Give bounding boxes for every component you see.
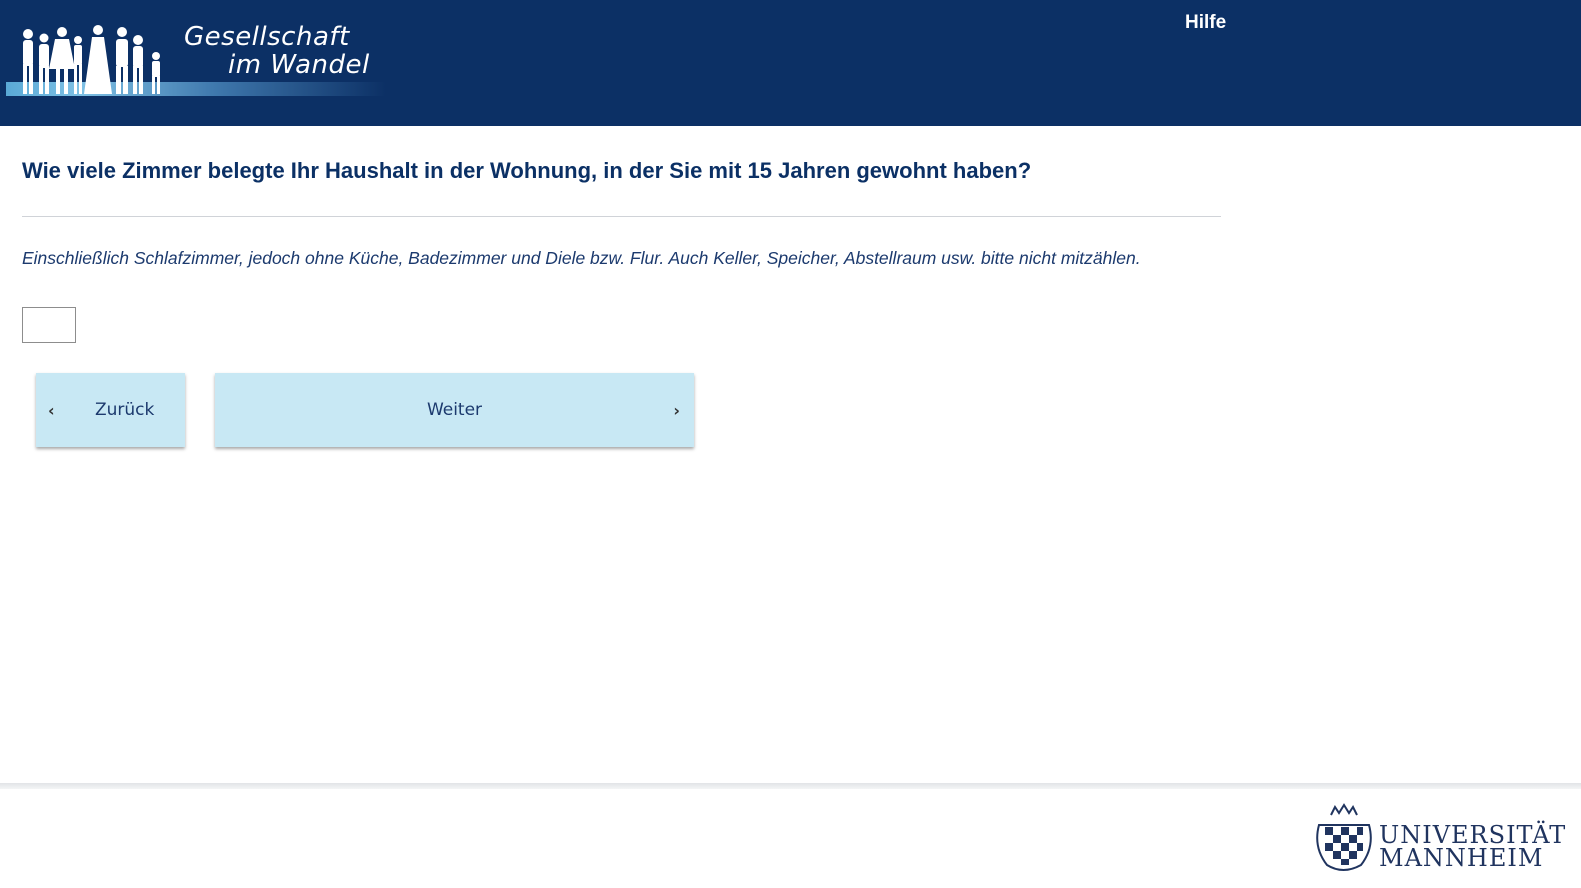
- room-count-input[interactable]: [22, 307, 76, 343]
- gesellschaft-im-wandel-logo: Gesellschaft im Wandel: [6, 12, 386, 100]
- question-divider: [22, 216, 1221, 217]
- logo-title-line1: Gesellschaft: [184, 22, 350, 52]
- footer-divider: [0, 783, 1581, 789]
- back-button[interactable]: ‹ Zurück: [36, 373, 185, 447]
- universitaet-mannheim-logo: UNIVERSITÄT MANNHEIM: [1311, 803, 1565, 878]
- question-hint: Einschließlich Schlafzimmer, jedoch ohne…: [22, 248, 1141, 268]
- chevron-left-icon: ‹: [48, 401, 55, 420]
- people-silhouettes-icon: [23, 25, 160, 94]
- question-title: Wie viele Zimmer belegte Ihr Haushalt in…: [22, 158, 1032, 183]
- page-header: Gesellschaft im Wandel Hilfe: [0, 0, 1581, 126]
- help-link[interactable]: Hilfe: [1185, 12, 1226, 34]
- university-crest-icon: [1316, 803, 1372, 871]
- next-button[interactable]: Weiter ›: [215, 373, 694, 447]
- university-name-line2: MANNHEIM: [1379, 844, 1544, 872]
- next-button-label: Weiter: [426, 400, 483, 420]
- back-button-label: Zurück: [95, 400, 155, 420]
- chevron-right-icon: ›: [673, 401, 680, 420]
- logo-title-line2: im Wandel: [228, 50, 370, 80]
